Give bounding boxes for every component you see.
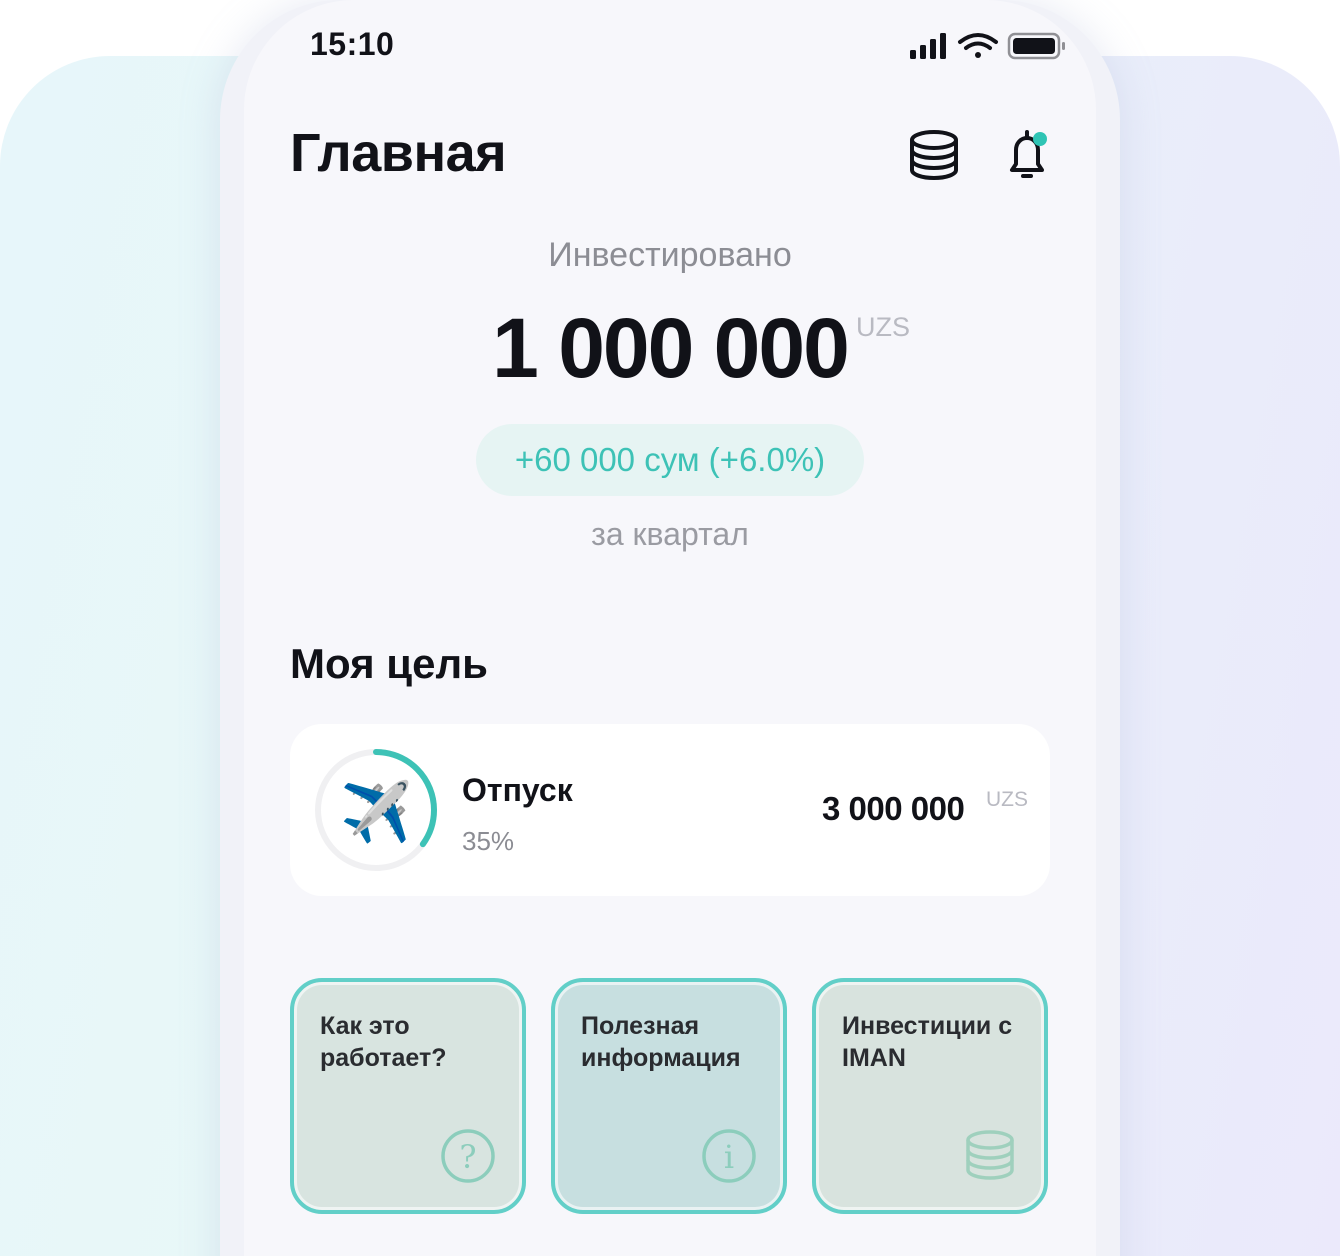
- status-time: 15:10: [310, 26, 395, 62]
- tile-label: Инвестиции с IMAN: [842, 1012, 1013, 1072]
- page-title: Главная: [290, 123, 507, 183]
- goal-heading: Моя цель: [290, 640, 488, 687]
- goal-percent: 35%: [462, 826, 515, 856]
- battery-icon: [1007, 32, 1065, 60]
- question-icon: ?: [441, 1129, 495, 1183]
- invested-currency: UZS: [856, 312, 910, 342]
- notifications-button[interactable]: [998, 126, 1056, 184]
- bell-icon: [1010, 130, 1047, 178]
- notification-dot: [1033, 132, 1047, 146]
- goal-target-amount: 3 000 000: [822, 790, 965, 827]
- change-text: +60 000 сум (+6.0%): [514, 441, 826, 478]
- airplane-icon: ✈️: [340, 778, 413, 846]
- goal-name: Отпуск: [462, 772, 573, 808]
- invested-label: Инвестировано: [548, 236, 792, 274]
- tile-label: Полезная информация: [581, 1012, 741, 1072]
- change-badge: +60 000 сум (+6.0%): [476, 424, 864, 496]
- tile-useful-info[interactable]: Полезная информация i: [551, 978, 787, 1214]
- svg-text:?: ?: [459, 1138, 476, 1176]
- wifi-icon: [958, 33, 998, 58]
- coins-button[interactable]: [904, 128, 964, 184]
- signal-icon: [910, 33, 946, 59]
- info-icon: i: [702, 1129, 756, 1183]
- tile-label: Как это работает?: [320, 1012, 447, 1072]
- status-icons: [910, 32, 1065, 60]
- period-label: за квартал: [591, 516, 749, 552]
- tile-iman-investments[interactable]: Инвестиции с IMAN: [812, 978, 1048, 1214]
- goal-currency: UZS: [986, 788, 1028, 811]
- coins-icon: [966, 1130, 1014, 1180]
- tile-how-it-works[interactable]: Как это работает? ?: [290, 978, 526, 1214]
- coins-icon: [910, 130, 958, 181]
- goal-card[interactable]: ✈️ Отпуск 35% 3 000 000 UZS: [290, 724, 1050, 896]
- invested-amount: 1 000 000: [492, 301, 850, 395]
- svg-text:i: i: [724, 1138, 734, 1176]
